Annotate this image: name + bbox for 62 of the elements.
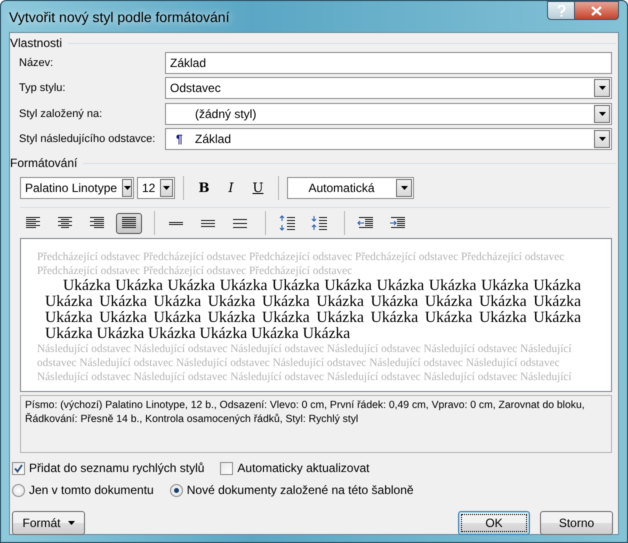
dialog-button[interactable]: OK bbox=[458, 511, 530, 535]
close-button[interactable] bbox=[575, 1, 619, 20]
font-dropdown[interactable]: Palatino Linotype bbox=[20, 177, 134, 199]
single-spacing-icon bbox=[167, 220, 185, 226]
dropdown-field[interactable]: ¶ Základ bbox=[165, 128, 612, 150]
space-before-icon bbox=[278, 214, 296, 232]
caret-icon bbox=[400, 186, 408, 190]
underline-button[interactable]: U bbox=[246, 177, 270, 199]
field-label: Typ stylu: bbox=[19, 82, 66, 94]
sample-text: Ukázka Ukázka Ukázka Ukázka Ukázka Ukázka bbox=[44, 326, 352, 342]
help-icon bbox=[556, 4, 566, 16]
radio-label: Jen v tomto dokumentu bbox=[29, 483, 154, 497]
checkbox-label: Automaticky aktualizovat bbox=[237, 461, 370, 475]
sample-text: Ukázka Ukázka Ukázka Ukázka Ukázka Ukázka Ukázka Ukázka Ukázka Ukázka bbox=[44, 310, 582, 326]
dialog-button[interactable]: Storno bbox=[540, 511, 613, 535]
dropdown-button[interactable] bbox=[594, 130, 610, 148]
group-label: Vlastnosti bbox=[10, 36, 62, 50]
sample-text: Ukázka Ukázka Ukázka Ukázka Ukázka Ukázka Ukázka Ukázka Ukázka Ukázka bbox=[44, 294, 582, 310]
text-field[interactable]: Základ bbox=[165, 52, 612, 74]
caret-icon bbox=[124, 186, 131, 190]
field-label: Název: bbox=[19, 56, 54, 69]
caret-icon bbox=[598, 137, 606, 142]
menu-button[interactable]: Formát bbox=[12, 511, 85, 535]
dropdown-button[interactable] bbox=[396, 179, 412, 197]
dropdown-button[interactable] bbox=[594, 104, 610, 123]
radio-label: Nové dokumenty založené na této šabloně bbox=[186, 483, 414, 497]
pilcrow-icon: ¶ bbox=[176, 132, 183, 146]
following-paragraph-text: Následující odstavec Následující odstavec Následující odstavec Následující odstavec Následující odstavec Následující bbox=[37, 342, 573, 356]
bold-button[interactable]: B bbox=[192, 177, 216, 199]
preceding-paragraph-text: Předcházející odstavec Předcházející odstavec Předcházející odstavec Předcházející odstavec Předcházející odstavec bbox=[37, 250, 566, 264]
dropdown-button[interactable] bbox=[594, 79, 610, 98]
group-label: Formátování bbox=[10, 156, 78, 170]
radio-button[interactable] bbox=[170, 484, 183, 496]
description-text: Písmo: (výchozí) Palatino Linotype, 12 b., Odsazení: Vlevo: 0 cm, První řádek: 0,49 cm, Vpravo: 0 cm, Zarovnat do bloku, bbox=[25, 399, 586, 412]
caret-icon bbox=[598, 112, 606, 116]
field-label: Styl následujícího odstavce: bbox=[19, 133, 156, 146]
checkmark-icon bbox=[14, 464, 23, 472]
window-title: Vytvořit nový styl podle formátování bbox=[9, 8, 230, 24]
preceding-paragraph-text: Předcházející odstavec Předcházející odstavec Předcházející odstavec bbox=[37, 264, 354, 278]
font-size-dropdown[interactable]: 12 bbox=[137, 177, 175, 199]
caret-icon bbox=[598, 86, 606, 90]
justify-button[interactable] bbox=[116, 212, 142, 234]
checkbox-label: Přidat do seznamu rychlých stylů bbox=[29, 461, 204, 475]
dropdown-button[interactable] bbox=[122, 179, 132, 197]
help-button[interactable] bbox=[547, 1, 575, 20]
radio-button[interactable] bbox=[12, 484, 25, 496]
caret-icon bbox=[163, 186, 170, 190]
caret-icon bbox=[68, 521, 74, 525]
font-color-dropdown[interactable]: Automatická bbox=[287, 177, 414, 199]
description-text: Řádkování: Přesně 14 b., Kontrola osamocených řádků, Styl: Rychlý styl bbox=[25, 413, 360, 427]
close-icon bbox=[591, 6, 602, 16]
dropdown-button[interactable] bbox=[160, 179, 173, 197]
checkbox[interactable] bbox=[220, 462, 234, 474]
following-paragraph-text: odstavec Následující odstavec Následující odstavec Následující odstavec Následující odstavec Následující odstavec bbox=[37, 356, 561, 370]
checkbox[interactable] bbox=[12, 462, 25, 474]
field-label: Styl založený na: bbox=[19, 108, 104, 120]
space-after-icon bbox=[310, 214, 328, 232]
dropdown-field[interactable]: Odstavec bbox=[165, 77, 612, 100]
sample-text: Ukázka Ukázka Ukázka Ukázka Ukázka Ukázka Ukázka Ukázka Ukázka Ukázka bbox=[62, 278, 582, 294]
following-paragraph-text: Následující odstavec Následující odstavec Následující odstavec Následující odstavec Následující odstavec Následující bbox=[37, 370, 573, 384]
dropdown-field[interactable]: (žádný styl) bbox=[165, 102, 612, 125]
italic-button[interactable]: I bbox=[219, 177, 243, 199]
